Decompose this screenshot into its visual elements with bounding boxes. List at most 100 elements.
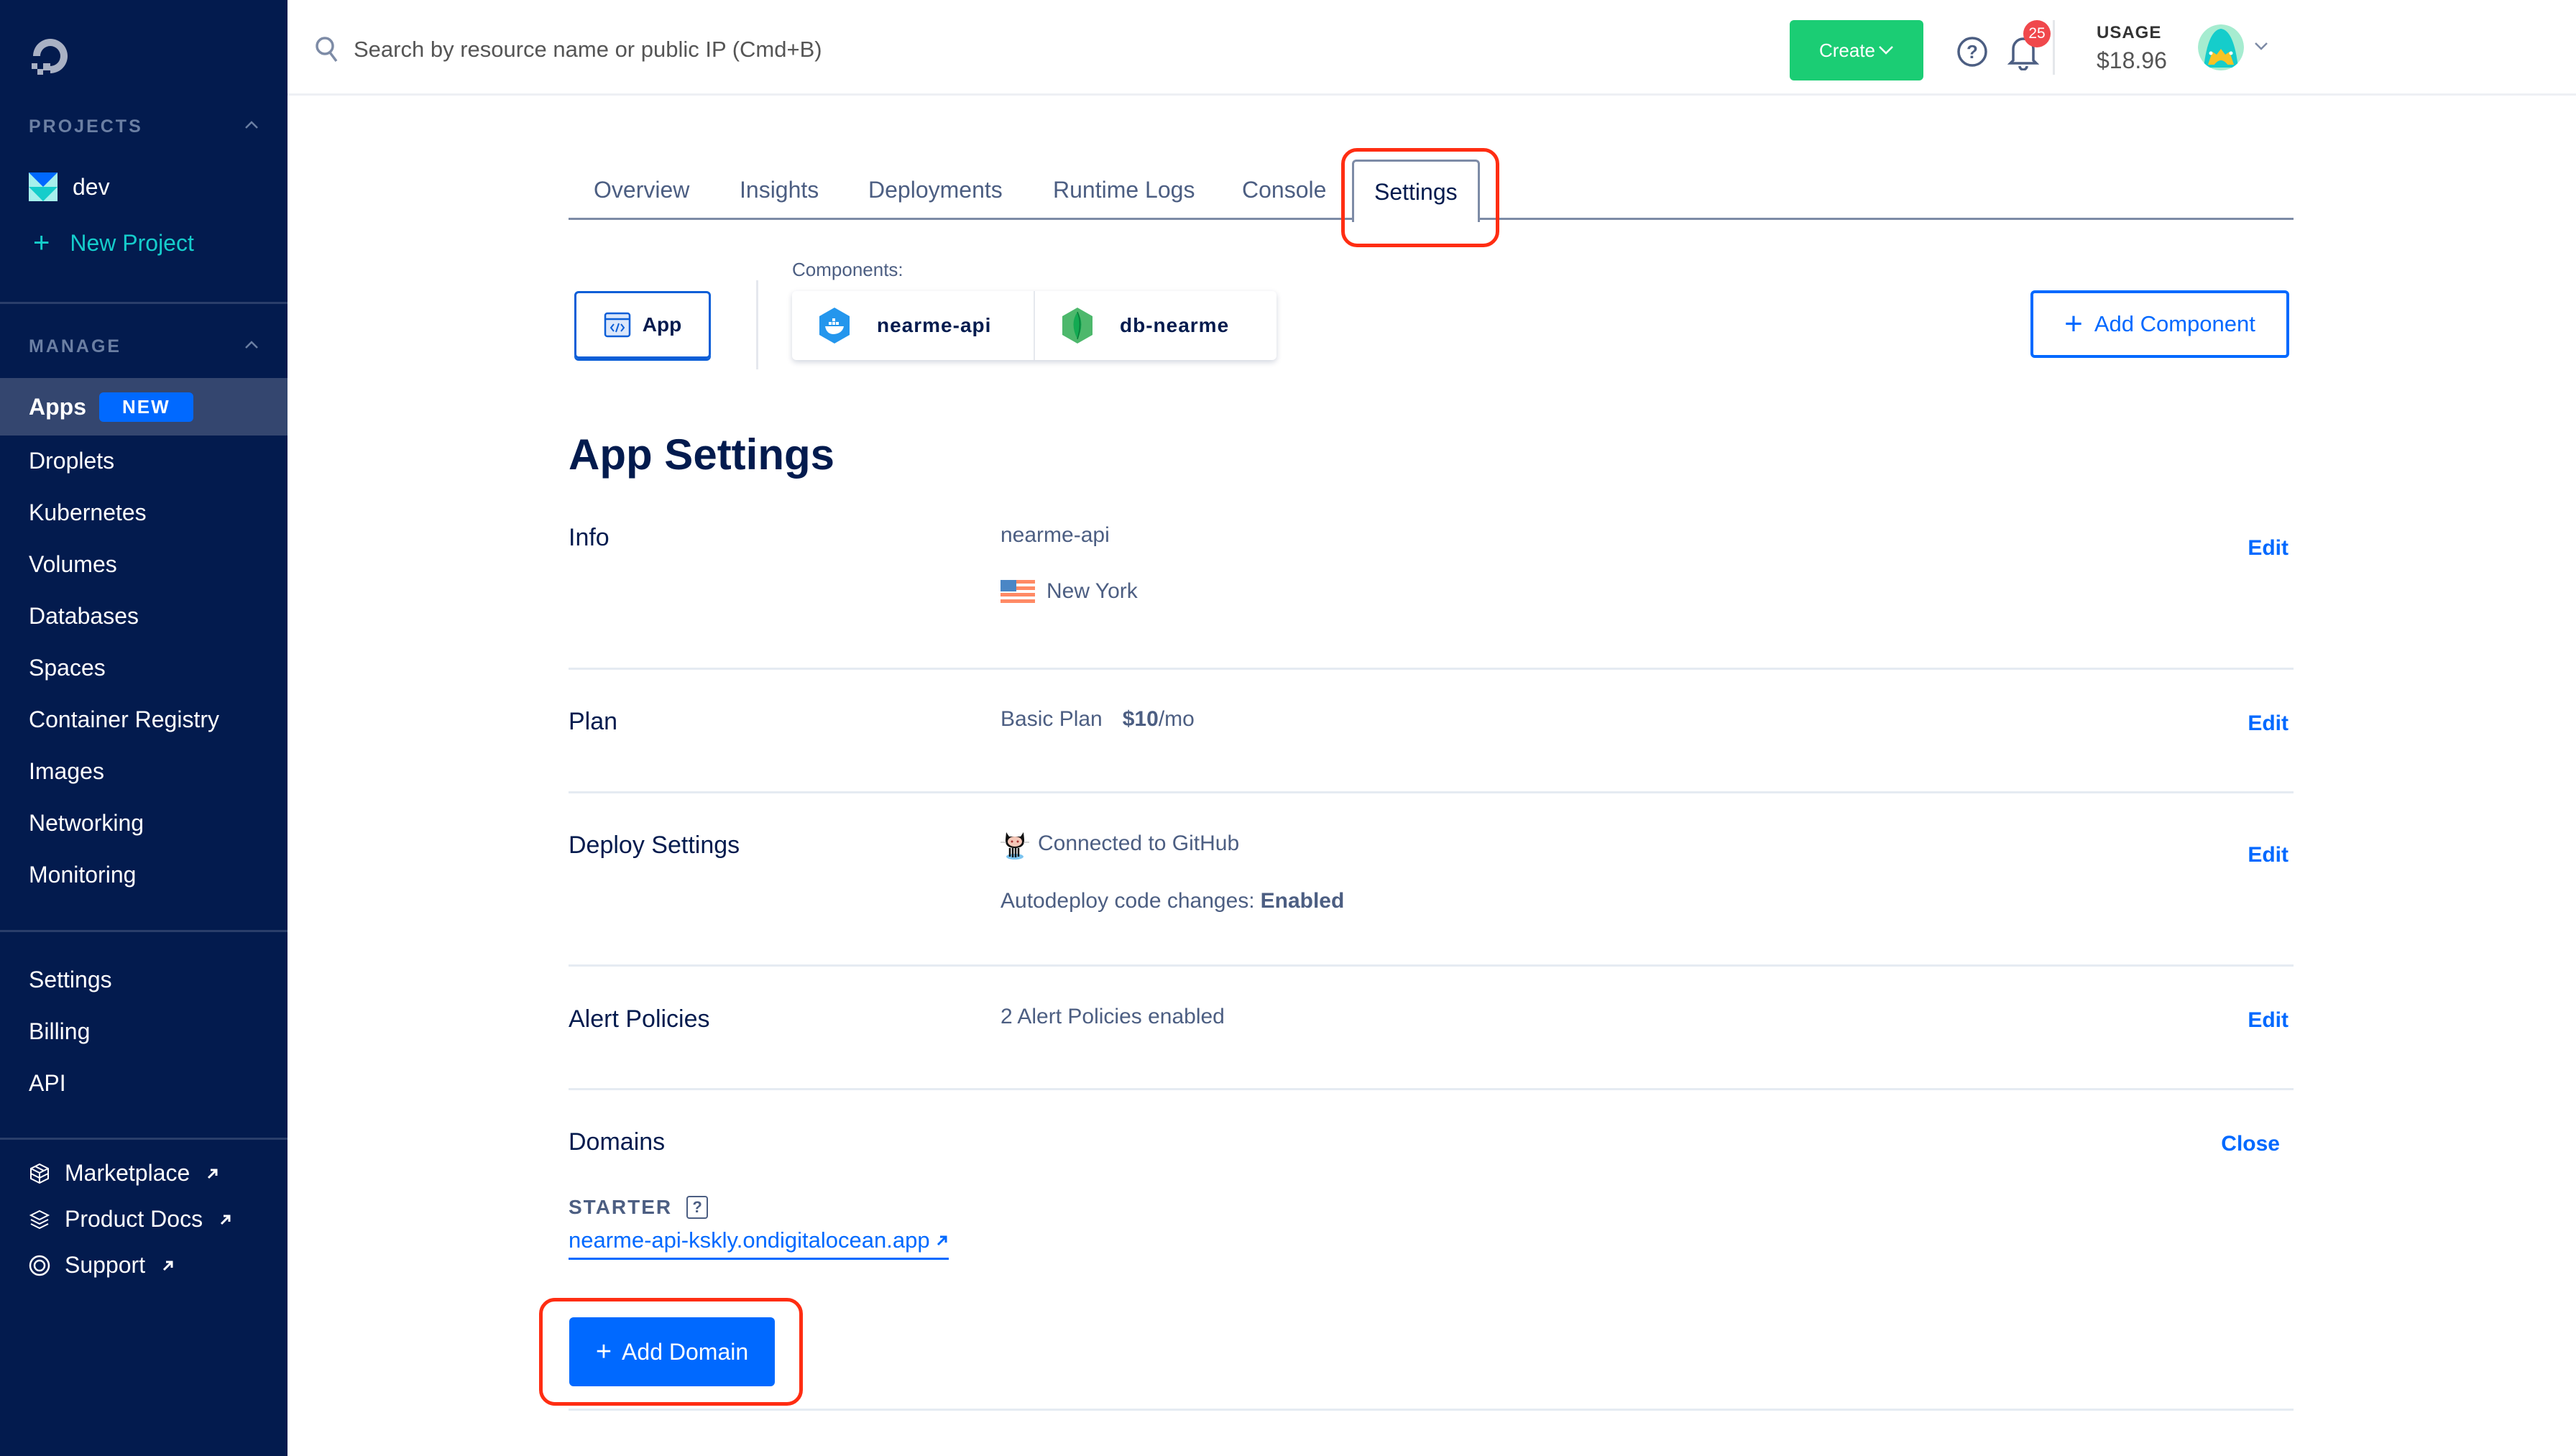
create-button[interactable]: Create [1790,20,1923,80]
manage-collapse-chevron-icon[interactable] [244,338,259,352]
sidebar-item-billing[interactable]: Billing [0,1003,288,1060]
notification-count-badge: 25 [2023,20,2051,47]
section-divider [569,668,2294,670]
section-divider [569,791,2294,793]
alert-policies-edit-link[interactable]: Edit [2248,1008,2288,1033]
region-value: New York [1000,579,1138,604]
component-db-nearme[interactable]: db-nearme [1034,291,1276,360]
alert-policies-label: Alert Policies [569,1005,710,1033]
github-connection-status: Connected to GitHub [1038,831,1240,855]
sidebar-item-spaces[interactable]: Spaces [0,639,288,696]
plan-price: $10 [1122,707,1159,731]
projects-collapse-chevron-icon[interactable] [244,118,259,132]
add-domain-label: Add Domain [622,1338,749,1365]
plan-name: Basic Plan [1000,707,1103,731]
autodeploy-label: Autodeploy code changes: [1000,889,1255,913]
deploy-source-value: Connected to GitHub [1000,828,1239,860]
sidebar-item-label: Databases [29,602,139,629]
components-separator [756,280,758,369]
sidebar-item-apps[interactable]: Apps NEW [0,378,288,436]
new-project-link[interactable]: + New Project [33,229,194,257]
alert-policies-value: 2 Alert Policies enabled [1000,1005,1225,1028]
sidebar-item-kubernetes[interactable]: Kubernetes [0,484,288,541]
sidebar-item-droplets[interactable]: Droplets [0,432,288,489]
starter-domain-link[interactable]: nearme-api-kskly.ondigitalocean.app [569,1227,949,1260]
manage-heading: MANAGE [29,336,122,356]
usage-value[interactable]: $18.96 [2097,47,2167,74]
sidebar-item-label: Images [29,757,104,784]
app-code-icon [604,312,631,338]
external-link-icon [937,1235,947,1246]
app-name-value: nearme-api [1000,523,1110,547]
tab-console[interactable]: Console [1242,177,1326,203]
domains-label: Domains [569,1128,666,1156]
sidebar-item-label: Volumes [29,550,117,577]
page-title: App Settings [569,430,834,479]
component-name: db-nearme [1120,314,1230,336]
sidebar-item-networking[interactable]: Networking [0,794,288,852]
sidebar-link-product-docs[interactable]: Product Docs [29,1206,233,1232]
projects-heading: PROJECTS [29,116,143,137]
tab-deployments[interactable]: Deployments [868,177,1003,203]
usage-label: USAGE [2097,23,2162,42]
account-chevron-down-icon[interactable] [2254,42,2268,50]
help-icon[interactable]: ? [1956,36,1988,68]
digitalocean-logo-icon[interactable] [29,34,72,78]
tab-settings[interactable]: Settings [1352,160,1480,222]
components-group: nearme-api db-nearme [792,291,1276,360]
sidebar-item-monitoring[interactable]: Monitoring [0,846,288,903]
autodeploy-status: Enabled [1260,889,1345,913]
section-divider [569,964,2294,967]
tab-runtime-logs[interactable]: Runtime Logs [1053,177,1195,203]
app-label: App [642,313,682,336]
link-label: Support [65,1252,146,1278]
plan-edit-link[interactable]: Edit [2248,711,2288,736]
tab-insights[interactable]: Insights [740,177,819,203]
cube-icon [30,1163,49,1184]
info-edit-link[interactable]: Edit [2248,536,2288,561]
new-project-label: New Project [70,229,194,256]
add-domain-button[interactable]: + Add Domain [569,1317,775,1386]
sidebar-item-volumes[interactable]: Volumes [0,535,288,593]
sidebar-item-container-registry[interactable]: Container Registry [0,691,288,748]
sidebar-item-label: API [29,1069,66,1096]
sidebar-item-api[interactable]: API [0,1054,288,1112]
topbar-separator [2053,20,2055,75]
plus-icon: + [595,1337,612,1367]
new-badge: NEW [99,392,193,422]
search-bar[interactable] [315,36,1000,63]
sidebar-item-label: Billing [29,1018,91,1044]
project-dev[interactable]: dev [29,172,110,201]
sidebar-item-label: Networking [29,809,144,836]
link-label: Marketplace [65,1160,190,1186]
region-name: New York [1046,579,1138,603]
user-avatar[interactable] [2198,24,2244,70]
search-input[interactable] [354,37,1000,63]
plan-value: Basic Plan $10 /mo [1000,707,1195,732]
sidebar-item-databases[interactable]: Databases [0,587,288,645]
lifebuoy-icon [29,1255,50,1276]
add-component-button[interactable]: + Add Component [2030,290,2289,358]
sidebar-divider [0,302,288,304]
project-name: dev [73,173,110,200]
project-icon [29,172,58,201]
section-divider [569,1088,2294,1090]
components-label: Components: [792,259,903,280]
domains-close-link[interactable]: Close [2221,1132,2280,1156]
help-question-icon[interactable]: ? [686,1196,709,1219]
sidebar-link-marketplace[interactable]: Marketplace [29,1160,220,1187]
sidebar-item-images[interactable]: Images [0,742,288,800]
external-arrow-icon [163,1261,173,1271]
app-component-button[interactable]: App [574,291,711,359]
sidebar: PROJECTS dev + New Project MANAGE Apps N… [0,0,288,1456]
sidebar-item-label: Kubernetes [29,499,147,525]
external-arrow-icon [221,1215,231,1225]
deploy-settings-edit-link[interactable]: Edit [2248,843,2288,867]
chevron-down-icon [1879,46,1893,55]
sidebar-link-support[interactable]: Support [29,1252,175,1278]
component-nearme-api[interactable]: nearme-api [792,291,1034,360]
svg-text:?: ? [1966,41,1978,63]
create-label: Create [1818,39,1876,61]
tab-overview[interactable]: Overview [594,177,689,203]
sidebar-item-settings[interactable]: Settings [0,951,288,1008]
